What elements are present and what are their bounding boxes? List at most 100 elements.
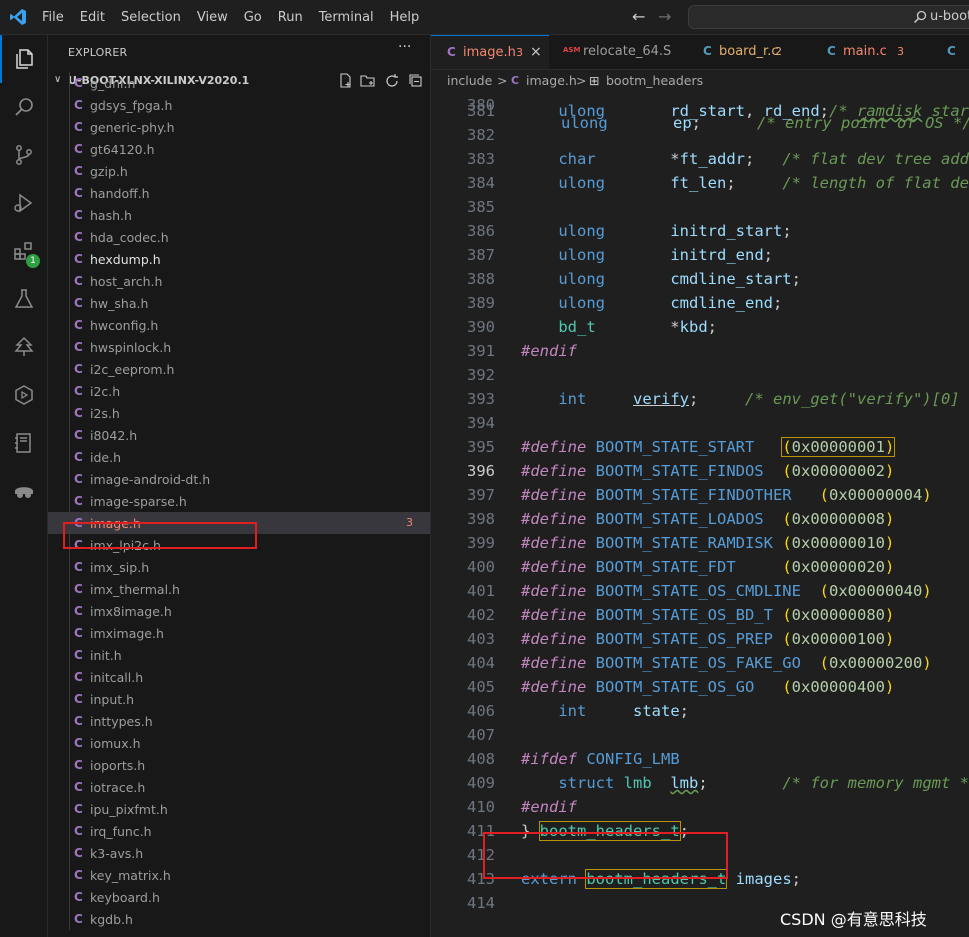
c-file-icon: C: [74, 362, 83, 376]
menu-file[interactable]: File: [34, 0, 72, 35]
file-item[interactable]: Ci2c.h: [48, 380, 430, 402]
indent-guide: [69, 226, 70, 248]
file-item[interactable]: Cinit.h: [48, 644, 430, 666]
tab-error-count: 2: [775, 45, 782, 58]
file-item[interactable]: Cioports.h: [48, 754, 430, 776]
file-item[interactable]: Cg_dnl.h: [48, 72, 430, 94]
file-item[interactable]: Chexdump.h: [48, 248, 430, 270]
breadcrumb-folder[interactable]: include: [447, 73, 492, 88]
file-item[interactable]: Cgdsys_fpga.h: [48, 94, 430, 116]
file-name: kgdb.h: [90, 912, 133, 927]
line-number: 406: [467, 702, 495, 720]
file-item[interactable]: Cimx_sip.h: [48, 556, 430, 578]
file-item[interactable]: Chwspinlock.h: [48, 336, 430, 358]
file-item[interactable]: Cgt64120.h: [48, 138, 430, 160]
tab-overflow[interactable]: C: [933, 35, 969, 69]
deploy-activity-button[interactable]: [0, 371, 48, 419]
files-icon: [16, 49, 33, 69]
line-number: 404: [467, 654, 495, 672]
file-item[interactable]: Cide.h: [48, 446, 430, 468]
file-item[interactable]: Chash.h: [48, 204, 430, 226]
line-number: 400: [467, 558, 495, 576]
menu-view[interactable]: View: [189, 0, 236, 35]
file-item[interactable]: Cimage-sparse.h: [48, 490, 430, 512]
code-text: int verify; /* env_get("verify")[0] != '…: [558, 390, 969, 408]
file-item[interactable]: Ciotrace.h: [48, 776, 430, 798]
file-item[interactable]: Chandoff.h: [48, 182, 430, 204]
more-actions-icon[interactable]: ···: [398, 39, 411, 55]
file-item[interactable]: Cimage-android-dt.h: [48, 468, 430, 490]
file-item[interactable]: Cinput.h: [48, 688, 430, 710]
tab-image-h[interactable]: C image.h 3 ×: [431, 35, 549, 69]
tab-board-r-c[interactable]: C board_r.c 2: [687, 35, 813, 69]
menu-go[interactable]: Go: [236, 0, 270, 35]
code-editor[interactable]: 380 ulong ep; /* entry point of OS */ 38…: [431, 92, 969, 937]
file-name: gzip.h: [90, 164, 128, 179]
code-text: ulong cmdline_end;: [558, 294, 783, 312]
breadcrumb-separator: >: [576, 73, 587, 88]
file-item[interactable]: Cimx8image.h: [48, 600, 430, 622]
file-item[interactable]: Ckgdb.h: [48, 908, 430, 930]
notebook-activity-button[interactable]: [0, 419, 48, 467]
code-text: #ifdef CONFIG_LMB: [521, 750, 680, 768]
menu-edit[interactable]: Edit: [72, 0, 113, 35]
file-item[interactable]: Cinitcall.h: [48, 666, 430, 688]
code-line: 403 #define BOOTM_STATE_OS_PREP (0x000001…: [431, 630, 969, 654]
breadcrumb-file[interactable]: image.h: [526, 73, 577, 88]
c-file-icon: C: [74, 120, 83, 134]
file-item[interactable]: Cimximage.h: [48, 622, 430, 644]
source-control-activity-button[interactable]: [0, 131, 48, 179]
file-item[interactable]: Ci8042.h: [48, 424, 430, 446]
file-item[interactable]: Ci2s.h: [48, 402, 430, 424]
line-number: 385: [467, 198, 495, 216]
command-center-search[interactable]: u-boot: [688, 5, 969, 29]
file-item[interactable]: Chw_sha.h: [48, 292, 430, 314]
file-item[interactable]: Ck3-avs.h: [48, 842, 430, 864]
code-line: 380 ulong ep; /* entry point of OS */: [431, 92, 969, 132]
file-item[interactable]: Cgzip.h: [48, 160, 430, 182]
file-item[interactable]: Ci2c_eeprom.h: [48, 358, 430, 380]
menu-run[interactable]: Run: [270, 0, 311, 35]
tree-activity-button[interactable]: [0, 323, 48, 371]
code-text: #define BOOTM_STATE_RAMDISK (0x00000010): [521, 534, 895, 552]
menu-selection[interactable]: Selection: [113, 0, 189, 35]
indent-guide: [69, 72, 70, 94]
file-item[interactable]: Cirq_func.h: [48, 820, 430, 842]
file-item[interactable]: Cgeneric-phy.h: [48, 116, 430, 138]
extensions-activity-button[interactable]: 1: [0, 227, 48, 275]
code-text: #define BOOTM_STATE_FDT (0x00000020): [521, 558, 895, 576]
extensions-badge: 1: [26, 254, 40, 268]
run-debug-activity-button[interactable]: [0, 179, 48, 227]
code-line: 381 ulong rd_start, rd_end;/* ramdisk st…: [431, 102, 969, 126]
line-number: 391: [467, 342, 495, 360]
code-line: 410 #endif: [431, 798, 969, 822]
back-arrow-icon[interactable]: ←: [632, 7, 645, 26]
file-item[interactable]: Cipu_pixfmt.h: [48, 798, 430, 820]
explorer-activity-button[interactable]: [0, 35, 48, 83]
menu-terminal[interactable]: Terminal: [311, 0, 382, 35]
tab-main-c[interactable]: C main.c 3: [813, 35, 933, 69]
tab-relocate-s[interactable]: ASM relocate_64.S: [549, 35, 677, 69]
file-item[interactable]: Cinttypes.h: [48, 710, 430, 732]
file-item[interactable]: Ciomux.h: [48, 732, 430, 754]
c-file-icon: C: [74, 230, 83, 244]
file-item[interactable]: Chwconfig.h: [48, 314, 430, 336]
testing-activity-button[interactable]: [0, 275, 48, 323]
file-item[interactable]: Chda_codec.h: [48, 226, 430, 248]
file-item[interactable]: Chost_arch.h: [48, 270, 430, 292]
file-item[interactable]: Ckeyboard.h: [48, 886, 430, 908]
line-number: 394: [467, 414, 495, 432]
file-item[interactable]: Ckey_matrix.h: [48, 864, 430, 886]
close-icon[interactable]: ×: [530, 44, 542, 60]
menu-help[interactable]: Help: [382, 0, 428, 35]
search-activity-button[interactable]: [0, 83, 48, 131]
tab-label: main.c: [843, 44, 887, 59]
code-line: 384 ulong ft_len; /* length of flat devi…: [431, 174, 969, 198]
remote-activity-button[interactable]: [0, 467, 48, 515]
c-file-icon: C: [74, 780, 83, 794]
breadcrumb-symbol[interactable]: bootm_headers: [606, 73, 703, 88]
file-item[interactable]: Cimx_thermal.h: [48, 578, 430, 600]
indent-guide: [69, 644, 70, 666]
forward-arrow-icon[interactable]: →: [658, 7, 671, 26]
annotation-box-code: [483, 832, 728, 879]
